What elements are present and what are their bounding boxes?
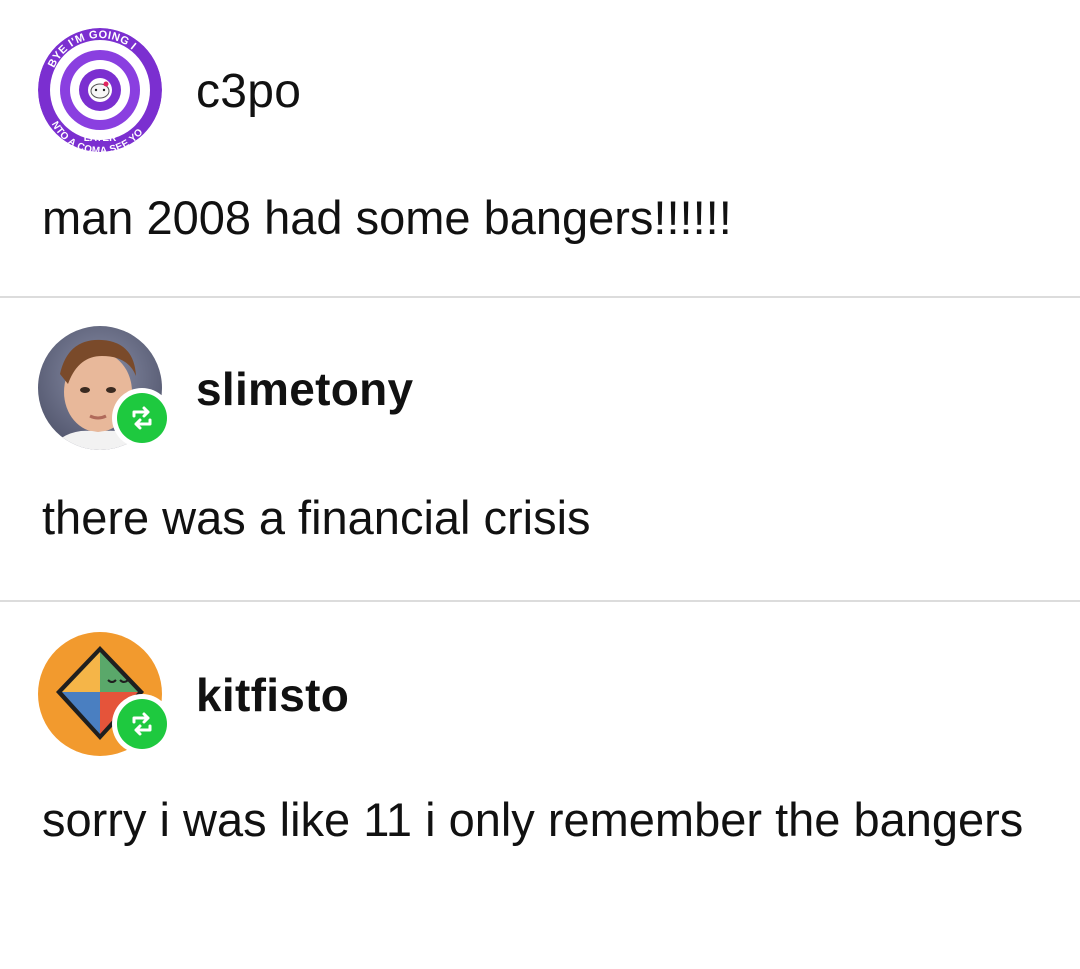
avatar-c3po[interactable]: BYE I'M GOING I NTO A COMA SEE YO LATER (38, 28, 162, 152)
reblog-badge (112, 694, 172, 754)
username-label[interactable]: c3po (196, 64, 301, 119)
post-c3po: BYE I'M GOING I NTO A COMA SEE YO LATER … (0, 0, 1080, 296)
post-slimetony: slimetony there was a financial crisis (0, 298, 1080, 600)
username-label[interactable]: kitfisto (196, 668, 349, 722)
avatar-slimetony[interactable] (38, 326, 172, 450)
post-kitfisto: kitfisto sorry i was like 11 i only reme… (0, 602, 1080, 969)
reblog-thread: BYE I'M GOING I NTO A COMA SEE YO LATER … (0, 0, 1080, 969)
reblog-icon (117, 393, 167, 443)
reblog-icon (117, 699, 167, 749)
spiral-avatar-icon: BYE I'M GOING I NTO A COMA SEE YO LATER (38, 28, 162, 152)
avatar-bottom-text-2: LATER (84, 133, 117, 144)
post-body: sorry i was like 11 i only remember the … (42, 793, 1024, 846)
avatar-kitfisto[interactable] (38, 632, 172, 756)
post-body: man 2008 had some bangers!!!!!! (42, 191, 732, 244)
post-body: there was a financial crisis (42, 491, 591, 544)
username-label[interactable]: slimetony (196, 362, 413, 416)
reblog-badge (112, 388, 172, 448)
